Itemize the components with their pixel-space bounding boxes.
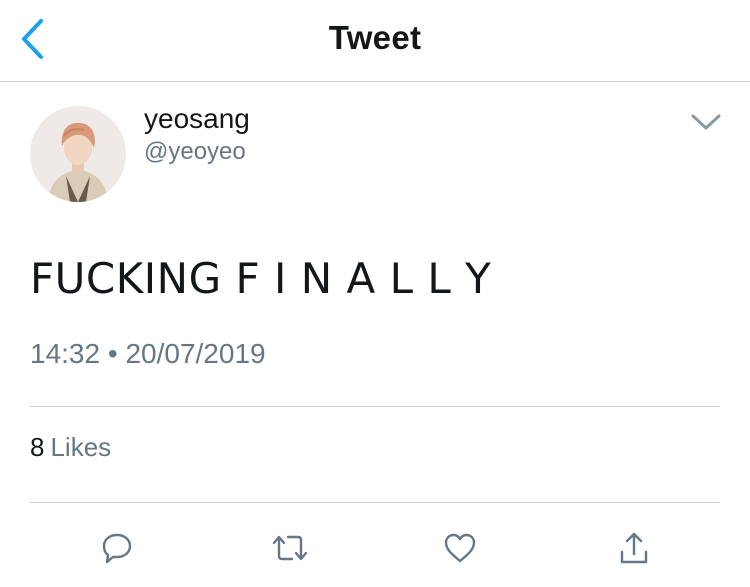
divider bbox=[30, 502, 720, 503]
like-button[interactable] bbox=[438, 526, 482, 570]
likes-stat[interactable]: 8 Likes bbox=[30, 432, 111, 462]
author-display-name[interactable]: yeosang bbox=[144, 104, 250, 134]
action-bar bbox=[0, 520, 750, 576]
likes-label: Likes bbox=[50, 432, 112, 462]
divider bbox=[30, 406, 720, 407]
timestamp-separator: • bbox=[107, 338, 118, 369]
retweet-icon bbox=[272, 535, 308, 561]
avatar-image bbox=[30, 106, 126, 202]
share-icon bbox=[620, 532, 648, 564]
retweet-button[interactable] bbox=[268, 526, 312, 570]
nav-header: Tweet bbox=[0, 0, 750, 82]
tweet-detail-screen: Tweet yeosang @yeoyeo FUCKING F I N A L … bbox=[0, 0, 750, 587]
like-icon bbox=[444, 533, 476, 563]
share-button[interactable] bbox=[612, 526, 656, 570]
tweet-time: 14:32 bbox=[30, 338, 101, 369]
reply-button[interactable] bbox=[95, 526, 139, 570]
tweet-date: 20/07/2019 bbox=[125, 338, 266, 369]
reply-icon bbox=[102, 533, 132, 564]
likes-count: 8 bbox=[30, 432, 45, 462]
tweet-timestamp: 14:32 • 20/07/2019 bbox=[30, 338, 266, 370]
chevron-down-icon bbox=[691, 114, 721, 130]
avatar[interactable] bbox=[30, 106, 126, 202]
tweet-text: FUCKING F I N A L L Y bbox=[30, 254, 492, 303]
author-handle[interactable]: @yeoyeo bbox=[144, 138, 246, 166]
page-title: Tweet bbox=[328, 19, 422, 56]
more-options-button[interactable] bbox=[688, 108, 724, 136]
